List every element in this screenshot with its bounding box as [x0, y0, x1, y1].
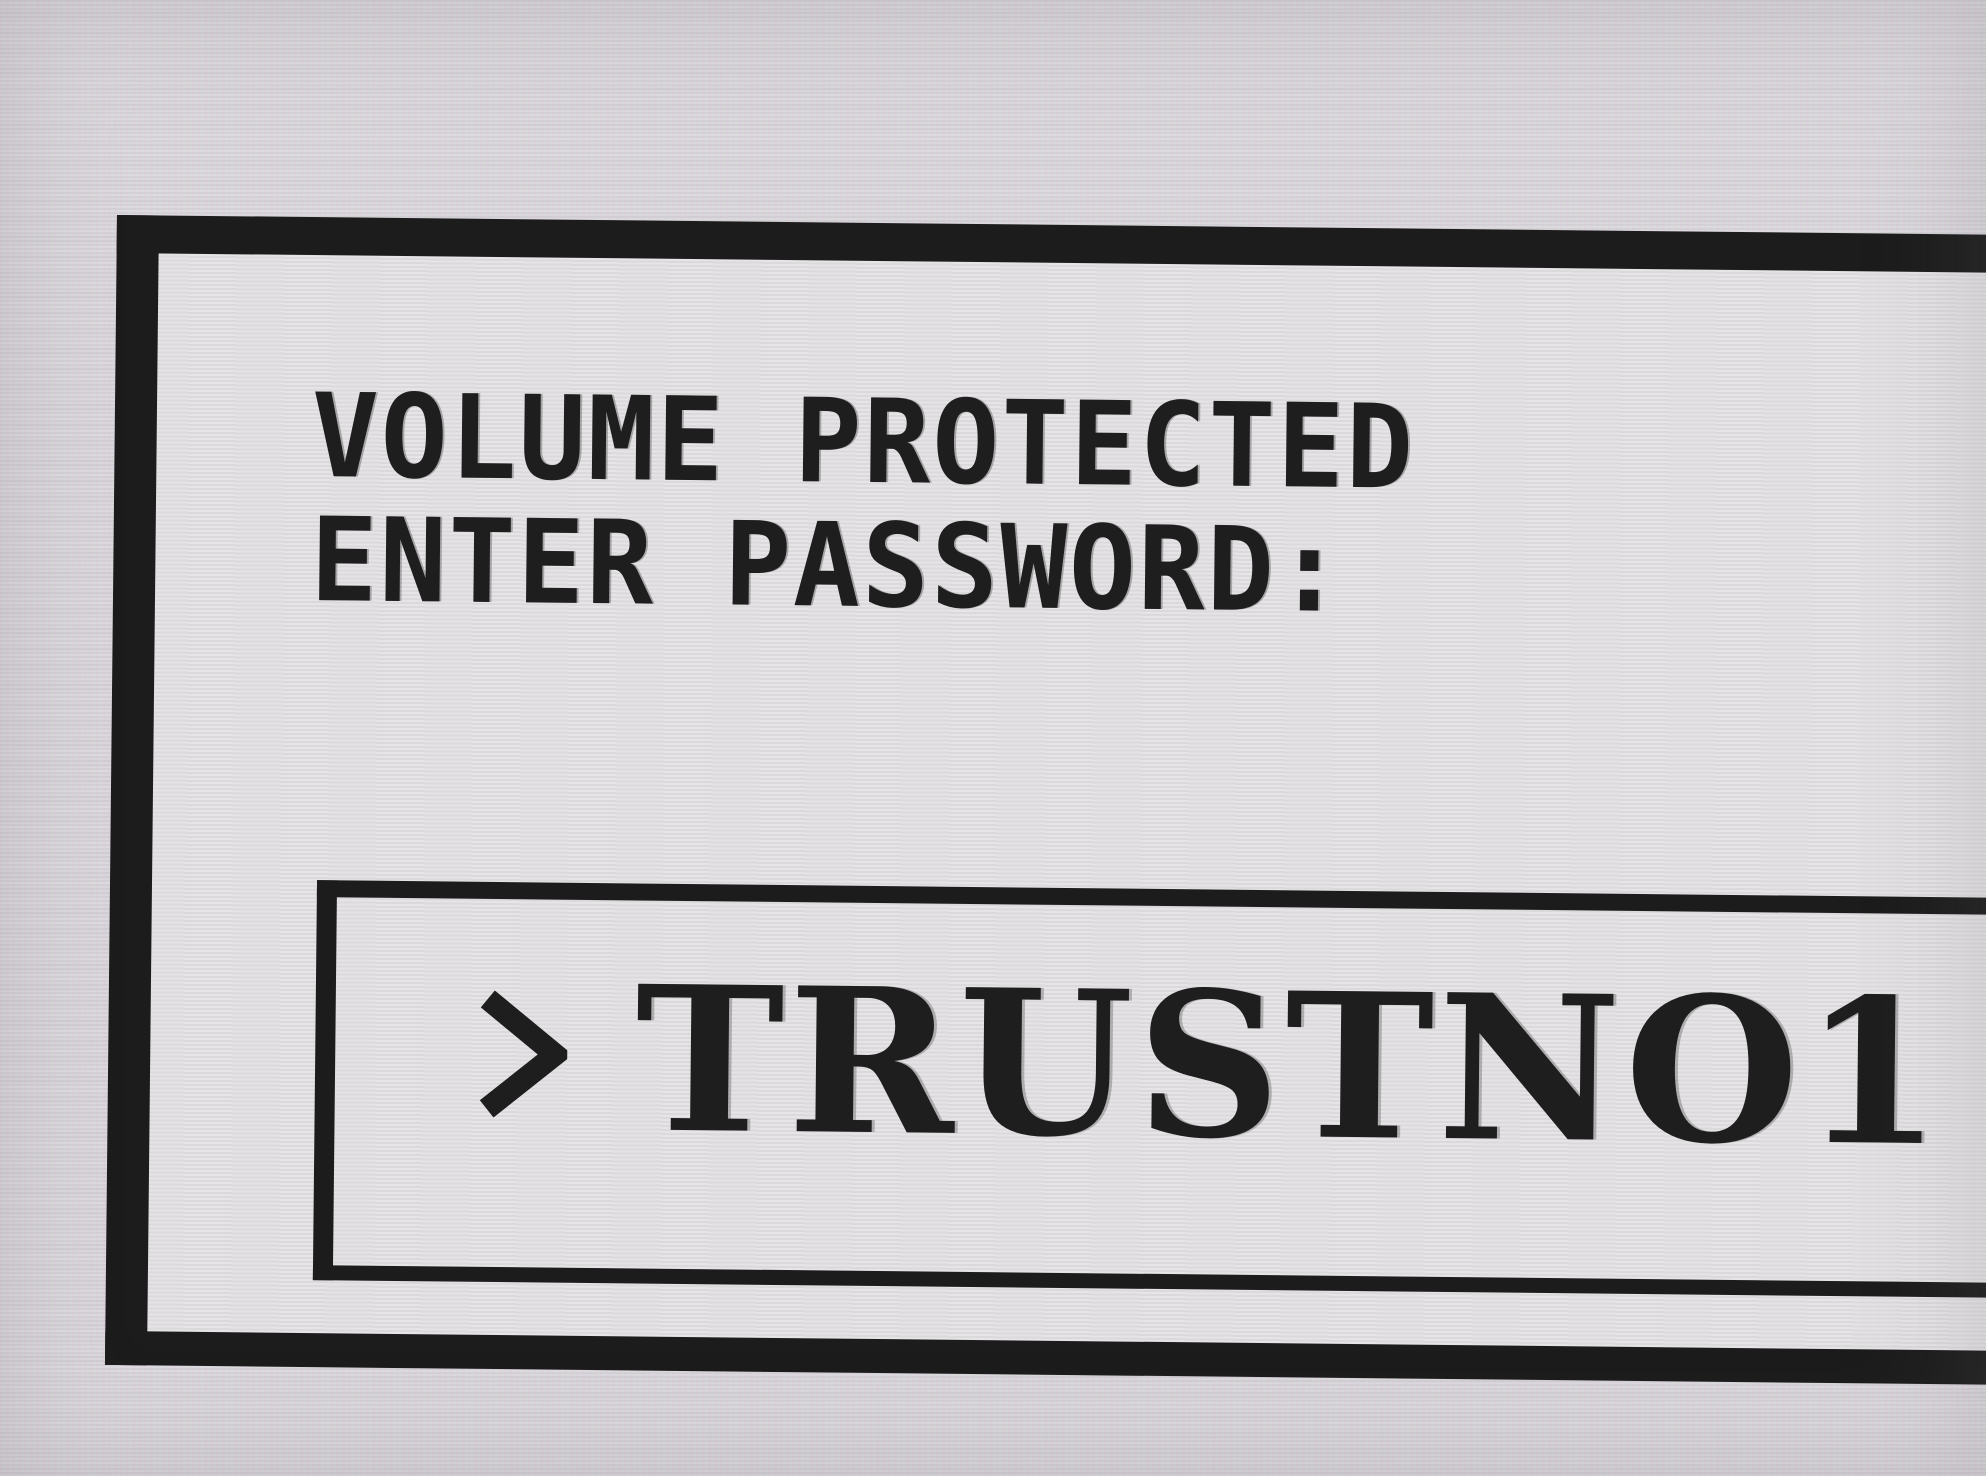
chevron-right-icon [479, 990, 568, 1118]
prompt-instruction: ENTER PASSWORD: [309, 493, 1346, 639]
prompt-title: VOLUME PROTECTED [310, 369, 1416, 516]
password-dialog: VOLUME PROTECTED ENTER PASSWORD: TRUSTNO… [104, 215, 1986, 1386]
password-field[interactable]: TRUSTNO1 [312, 880, 1986, 1299]
password-prompt: VOLUME PROTECTED ENTER PASSWORD: [309, 369, 1416, 639]
password-value[interactable]: TRUSTNO1 [634, 942, 1947, 1191]
screen: { "dialog": { "prompt_line_1": "VOLUME P… [0, 0, 1986, 1476]
